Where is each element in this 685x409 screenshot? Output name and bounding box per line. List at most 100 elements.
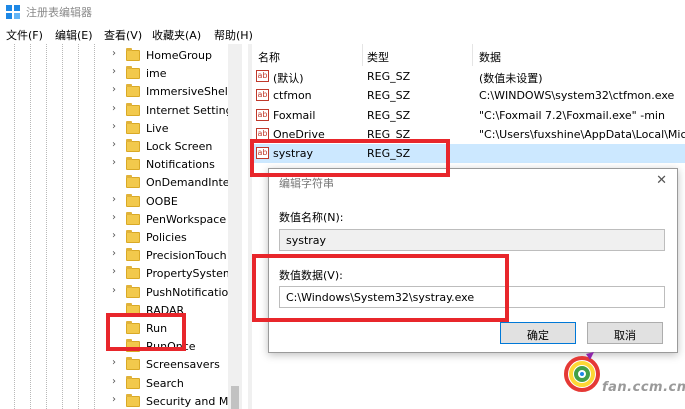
tree-item-label: ime xyxy=(146,67,167,81)
folder-icon xyxy=(126,157,140,171)
chevron-right-icon[interactable]: › xyxy=(112,121,116,132)
chevron-right-icon[interactable]: › xyxy=(112,157,116,168)
column-header-type[interactable]: 类型 xyxy=(367,49,389,65)
folder-icon xyxy=(126,193,140,207)
chevron-right-icon[interactable]: › xyxy=(112,248,116,259)
menu-help[interactable]: 帮助(H) xyxy=(214,27,253,43)
tree-item-label: Lock Screen xyxy=(146,140,213,153)
chevron-right-icon[interactable]: › xyxy=(112,230,116,241)
cancel-button[interactable]: 取消 xyxy=(587,322,663,344)
tree-item-label: PenWorkspace xyxy=(146,212,227,226)
close-icon[interactable]: ✕ xyxy=(656,173,667,188)
highlight-systray-row xyxy=(250,139,450,177)
folder-icon xyxy=(126,230,140,243)
menu-edit[interactable]: 编辑(E) xyxy=(55,27,93,43)
tree-item-label: PropertySystem xyxy=(146,267,234,281)
value-data: C:\WINDOWS\system32\ctfmon.exe xyxy=(479,89,675,103)
value-type: REG_SZ xyxy=(367,70,411,83)
menu-bar: 文件(F) 编辑(E) 查看(V) 收藏夹(A) 帮助(H) xyxy=(0,24,685,44)
tree-guide-line xyxy=(78,44,79,409)
value-name: (默认) xyxy=(273,72,304,85)
column-header-name[interactable]: 名称 xyxy=(258,49,280,65)
folder-icon xyxy=(126,375,140,389)
value-name: ctfmon xyxy=(273,89,312,103)
tree-item[interactable]: › Notifications xyxy=(112,156,236,174)
value-data: "C:\Users\fuxshine\AppData\Local\Micr xyxy=(479,127,685,141)
tree-item-label: PrecisionTouch xyxy=(146,249,227,263)
tree-item[interactable]: › PenWorkspace xyxy=(112,211,236,229)
tree-item[interactable]: › ImmersiveShell xyxy=(112,83,236,101)
window-title: 注册表编辑器 xyxy=(26,6,92,19)
chevron-right-icon[interactable]: › xyxy=(112,48,116,59)
value-name-label: 数值名称(N): xyxy=(279,211,344,224)
tree-item-label: ImmersiveShell xyxy=(146,85,231,99)
dialog-title: 编辑字符串 xyxy=(279,177,334,190)
tree-item[interactable]: › Security and Ma xyxy=(112,393,236,409)
string-value-icon: ab xyxy=(256,108,269,121)
tree-item-label: OOBE xyxy=(146,194,178,208)
tree-guide-line xyxy=(30,44,31,409)
tree-item[interactable]: › Live xyxy=(112,120,236,138)
folder-icon xyxy=(126,284,140,298)
chevron-right-icon[interactable]: › xyxy=(112,376,116,387)
highlight-run-key xyxy=(106,313,186,351)
value-data: (数值未设置) xyxy=(479,72,543,85)
tree-guide-line xyxy=(14,44,15,409)
chevron-right-icon[interactable]: › xyxy=(112,394,116,405)
chevron-right-icon[interactable]: › xyxy=(112,212,116,223)
registry-editor-icon xyxy=(6,5,20,19)
folder-icon xyxy=(126,393,140,407)
scrollbar-thumb[interactable] xyxy=(231,386,239,409)
folder-icon xyxy=(126,266,140,280)
value-name-field: systray xyxy=(279,229,665,251)
tree-item[interactable]: › Search xyxy=(112,375,236,393)
tree-item[interactable]: OnDemandInte xyxy=(112,174,236,192)
folder-icon xyxy=(126,211,140,225)
tree-guide-line xyxy=(46,44,47,409)
tree-item[interactable]: › HomeGroup xyxy=(112,47,236,65)
folder-icon xyxy=(126,102,140,116)
tree-scrollbar[interactable] xyxy=(228,44,242,409)
chevron-right-icon[interactable]: › xyxy=(112,103,116,114)
tree-item[interactable]: › PushNotification xyxy=(112,284,236,302)
tree-item[interactable]: › Policies xyxy=(112,229,236,247)
registry-tree[interactable]: › HomeGroup › ime › ImmersiveShell › Internet S… xyxy=(0,44,248,409)
value-type: REG_SZ xyxy=(367,108,411,122)
folder-icon xyxy=(126,175,140,189)
tree-item[interactable]: › ime xyxy=(112,65,236,83)
tree-item[interactable]: › Internet Setting xyxy=(112,102,236,120)
column-divider[interactable] xyxy=(362,44,363,66)
chevron-right-icon[interactable]: › xyxy=(112,194,116,205)
chevron-right-icon[interactable]: › xyxy=(112,66,116,77)
tree-item-label: Internet Setting xyxy=(146,103,233,117)
value-row[interactable]: ab Foxmail REG_SZ "C:\Foxmail 7.2\Foxmail.e… xyxy=(252,106,685,125)
tree-guide-line xyxy=(94,44,95,409)
tree-item[interactable]: › Screensavers xyxy=(112,356,236,374)
menu-favorites[interactable]: 收藏夹(A) xyxy=(152,27,201,43)
folder-icon xyxy=(126,66,140,80)
chevron-right-icon[interactable]: › xyxy=(112,285,116,296)
value-name: Foxmail xyxy=(273,108,316,122)
chevron-right-icon[interactable]: › xyxy=(112,84,116,95)
value-row[interactable]: ab ctfmon REG_SZ C:\WINDOWS\system32\ctfmon… xyxy=(252,86,685,105)
folder-icon xyxy=(126,84,140,98)
menu-view[interactable]: 查看(V) xyxy=(104,27,142,43)
value-row[interactable]: ab (默认) REG_SZ (数值未设置) xyxy=(252,67,685,86)
tree-item-label: HomeGroup xyxy=(146,49,212,62)
chevron-right-icon[interactable]: › xyxy=(112,139,116,150)
chevron-right-icon[interactable]: › xyxy=(112,357,116,368)
ok-button[interactable]: 确定 xyxy=(500,322,576,344)
column-header-data[interactable]: 数据 xyxy=(479,49,501,65)
tree-item-label: Security and Ma xyxy=(146,394,236,408)
tree-item[interactable]: › Lock Screen xyxy=(112,138,236,156)
tree-item[interactable]: › PropertySystem xyxy=(112,265,236,283)
tree-item[interactable]: › PrecisionTouch xyxy=(112,247,236,265)
column-divider[interactable] xyxy=(472,44,473,66)
value-data: "C:\Foxmail 7.2\Foxmail.exe" -min xyxy=(479,108,665,122)
tree-item-label: PushNotification xyxy=(146,285,236,299)
tree-item[interactable]: › OOBE xyxy=(112,193,236,211)
string-value-icon: ab xyxy=(256,70,269,82)
menu-file[interactable]: 文件(F) xyxy=(6,27,43,43)
tree-item-label: Live xyxy=(146,121,169,135)
chevron-right-icon[interactable]: › xyxy=(112,266,116,277)
